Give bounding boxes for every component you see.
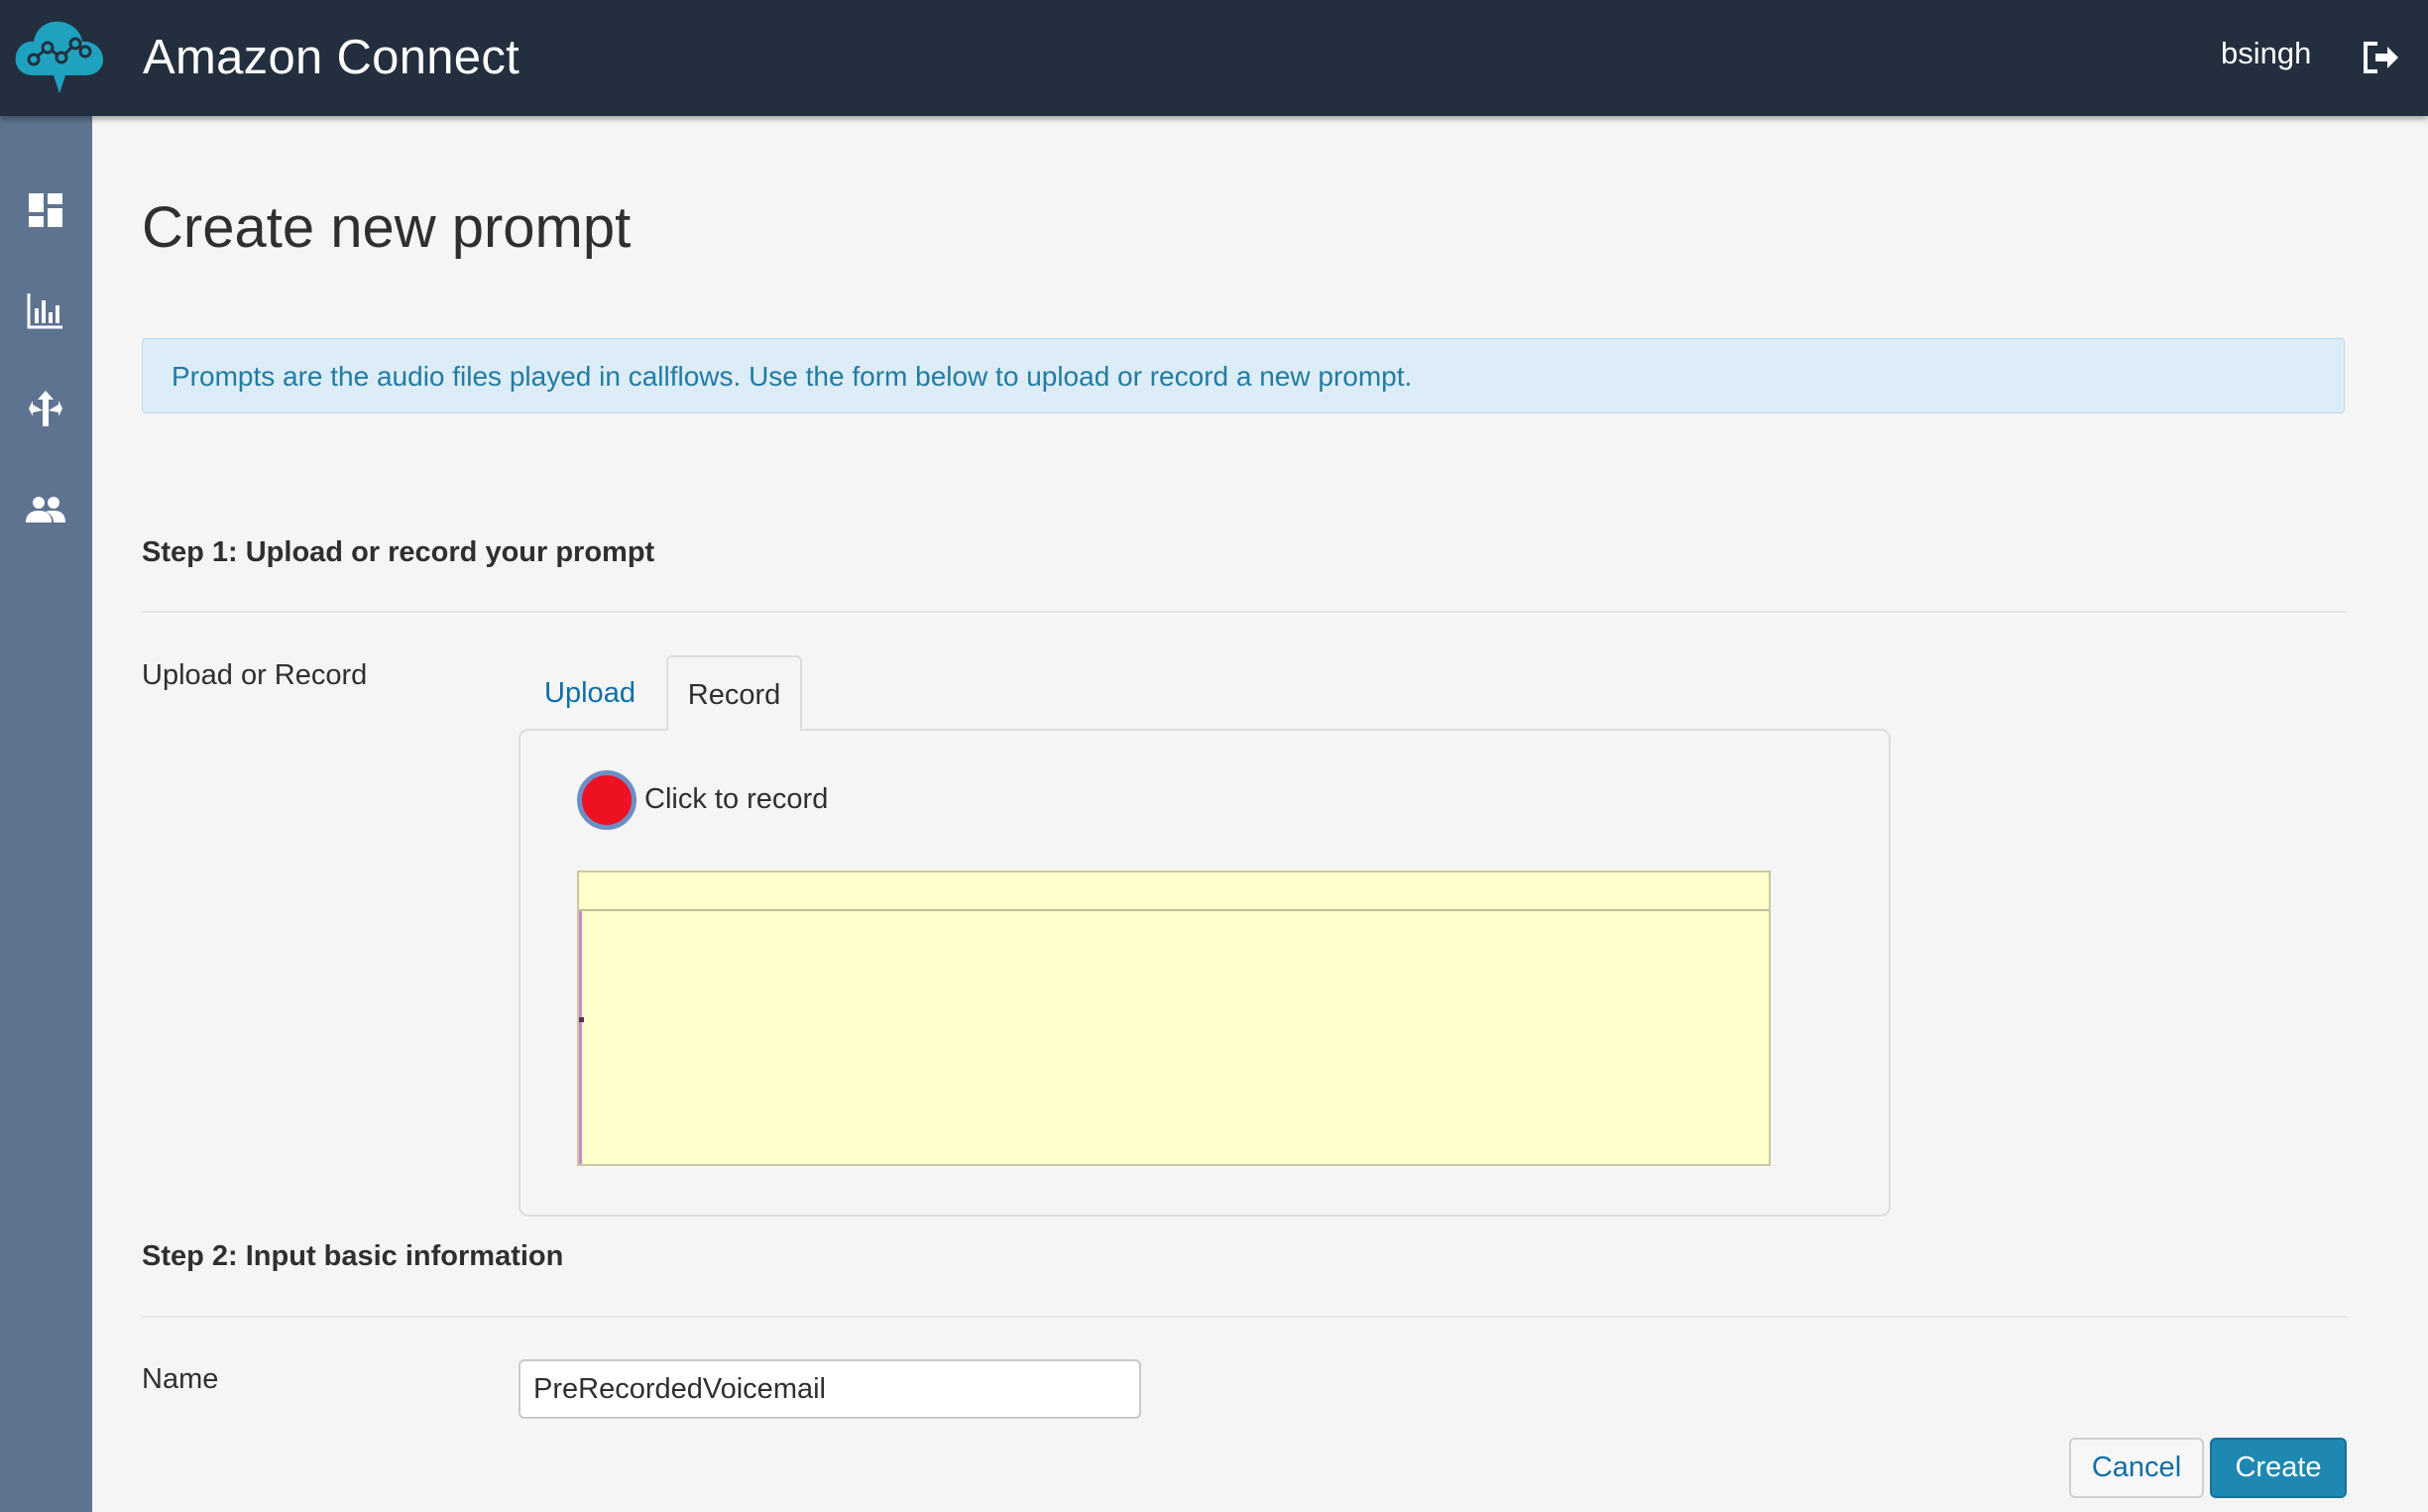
tab-upload[interactable]: Upload bbox=[523, 655, 656, 731]
record-button[interactable] bbox=[577, 770, 636, 830]
info-banner: Prompts are the audio files played in ca… bbox=[142, 338, 2345, 413]
step1-heading: Step 1: Upload or record your prompt bbox=[142, 536, 655, 568]
left-sidebar bbox=[0, 116, 92, 1512]
users-icon[interactable] bbox=[24, 487, 67, 530]
step2-heading: Step 2: Input basic information bbox=[142, 1240, 564, 1272]
playhead-cursor bbox=[579, 911, 582, 1164]
playhead-marker bbox=[579, 1017, 584, 1022]
step1-divider bbox=[142, 611, 2347, 613]
cloud-network-icon[interactable] bbox=[12, 14, 107, 99]
tab-record[interactable]: Record bbox=[666, 655, 802, 731]
record-tab-panel: Click to record bbox=[519, 729, 1891, 1217]
logout-icon[interactable] bbox=[2362, 40, 2401, 75]
create-button[interactable]: Create bbox=[2210, 1438, 2347, 1498]
waveform-display[interactable] bbox=[577, 871, 1771, 1166]
dashboard-icon[interactable] bbox=[24, 188, 67, 232]
upload-or-record-label: Upload or Record bbox=[142, 659, 368, 691]
routing-icon[interactable] bbox=[24, 387, 67, 430]
name-input[interactable] bbox=[519, 1359, 1141, 1419]
record-label[interactable]: Click to record bbox=[644, 780, 828, 818]
step2-divider bbox=[142, 1316, 2347, 1318]
metrics-chart-icon[interactable] bbox=[24, 289, 67, 332]
user-menu[interactable]: bsingh bbox=[2221, 34, 2311, 73]
app-title: Amazon Connect bbox=[143, 31, 520, 84]
top-navigation-bar: Amazon Connect bsingh bbox=[0, 0, 2428, 116]
cancel-button[interactable]: Cancel bbox=[2069, 1438, 2204, 1498]
page-title: Create new prompt bbox=[142, 195, 632, 260]
waveform-timeline bbox=[579, 872, 1769, 911]
info-banner-text: Prompts are the audio files played in ca… bbox=[172, 361, 1413, 392]
name-label: Name bbox=[142, 1363, 219, 1395]
